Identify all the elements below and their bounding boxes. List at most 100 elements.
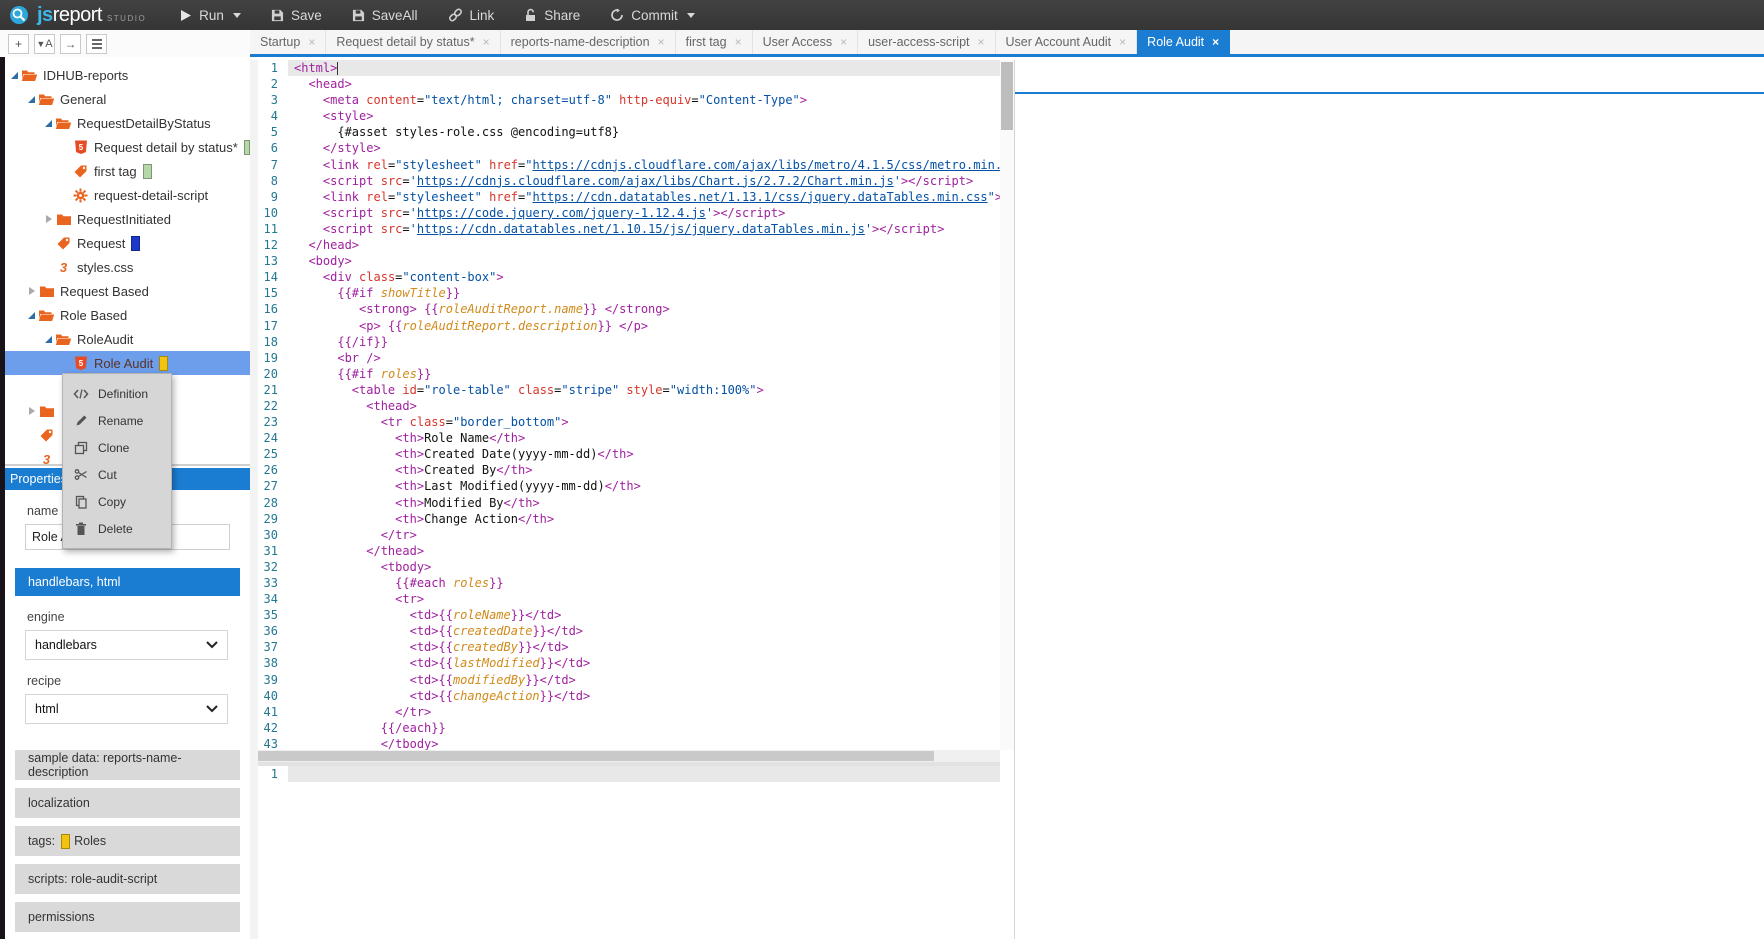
editor-vertical-scrollbar[interactable] — [1000, 60, 1014, 750]
code-line[interactable]: 42 {{/each}} — [258, 720, 1000, 736]
expand-arrow-icon[interactable] — [42, 336, 55, 343]
code-line[interactable]: 31 </thead> — [258, 543, 1000, 559]
code-line[interactable]: 29 <th>Change Action</th> — [258, 511, 1000, 527]
code-line[interactable]: 8 <script src='https://cdnjs.cloudflare.… — [258, 173, 1000, 189]
section-scripts-role-audit-script[interactable]: scripts: role-audit-script — [15, 864, 240, 894]
code-line[interactable]: 39 <td>{{modifiedBy}}</td> — [258, 672, 1000, 688]
code-line[interactable]: 9 <link rel="stylesheet" href="https://c… — [258, 189, 1000, 205]
tree-item-first-tag[interactable]: first tag — [0, 159, 250, 183]
tab-request-detail-by-status-[interactable]: Request detail by status*× — [326, 30, 500, 54]
code-line[interactable]: 25 <th>Created Date(yyyy-mm-dd)</th> — [258, 446, 1000, 462]
expand-arrow-icon[interactable] — [25, 312, 38, 319]
tree-item-request-based[interactable]: Request Based — [0, 279, 250, 303]
close-icon[interactable]: × — [978, 35, 985, 49]
tree-item-request[interactable]: Request — [0, 231, 250, 255]
code-line[interactable]: 21 <table id="role-table" class="stripe"… — [258, 382, 1000, 398]
code-line[interactable]: 32 <tbody> — [258, 559, 1000, 575]
code-line[interactable]: 26 <th>Created By</th> — [258, 462, 1000, 478]
collapse-arrow-icon[interactable] — [42, 215, 55, 223]
code-line[interactable]: 1 — [258, 766, 1000, 782]
editor-split-handle[interactable] — [258, 762, 1000, 766]
run-button[interactable]: Run — [180, 8, 241, 23]
tree-item-styles-css[interactable]: 3styles.css — [0, 255, 250, 279]
tree-item-request-detail-script[interactable]: request-detail-script — [0, 183, 250, 207]
tree-item-idhub-reports[interactable]: IDHUB-reports — [0, 63, 250, 87]
menu-button[interactable] — [86, 34, 107, 54]
section-sample-data-reports-name-description[interactable]: sample data: reports-name-description — [15, 750, 240, 780]
code-line[interactable]: 5 {#asset styles-role.css @encoding=utf8… — [258, 124, 1000, 140]
code-line[interactable]: 15 {{#if showTitle}} — [258, 285, 1000, 301]
section-roles[interactable]: tags:Roles — [15, 826, 240, 856]
code-line[interactable]: 20 {{#if roles}} — [258, 366, 1000, 382]
helpers-code-editor[interactable]: 1 — [258, 766, 1000, 939]
code-line[interactable]: 6 </style> — [258, 140, 1000, 156]
code-line[interactable]: 43 </tbody> — [258, 736, 1000, 750]
close-icon[interactable]: × — [735, 35, 742, 49]
tab-user-access-script[interactable]: user-access-script× — [858, 30, 995, 54]
share-button[interactable]: Share — [524, 8, 580, 23]
code-line[interactable]: 2 <head> — [258, 76, 1000, 92]
recipe-select[interactable]: html — [25, 694, 228, 724]
code-line[interactable]: 3 <meta content="text/html; charset=utf-… — [258, 92, 1000, 108]
code-line[interactable]: 19 <br /> — [258, 350, 1000, 366]
code-line[interactable]: 12 </head> — [258, 237, 1000, 253]
tree-item-role-audit[interactable]: 5Role Audit — [0, 351, 250, 375]
menu-item-rename[interactable]: Rename — [63, 407, 171, 434]
close-icon[interactable]: × — [840, 35, 847, 49]
tab-first-tag[interactable]: first tag× — [676, 30, 753, 54]
tree-item-requestdetailbystatus[interactable]: RequestDetailByStatus — [0, 111, 250, 135]
menu-item-delete[interactable]: Delete — [63, 515, 171, 542]
code-line[interactable]: 4 <style> — [258, 108, 1000, 124]
code-line[interactable]: 30 </tr> — [258, 527, 1000, 543]
tab-startup[interactable]: Startup× — [250, 30, 326, 54]
engine-select[interactable]: handlebars — [25, 630, 228, 660]
close-icon[interactable]: × — [1212, 35, 1219, 49]
code-line[interactable]: 33 {{#each roles}} — [258, 575, 1000, 591]
tree-item-general[interactable]: General — [0, 87, 250, 111]
sidebar-editor-splitter[interactable] — [250, 60, 258, 939]
code-line[interactable]: 13 <body> — [258, 253, 1000, 269]
expand-arrow-icon[interactable] — [25, 96, 38, 103]
close-icon[interactable]: × — [308, 35, 315, 49]
code-line[interactable]: 38 <td>{{lastModified}}</td> — [258, 655, 1000, 671]
collapse-arrow-icon[interactable] — [25, 407, 38, 415]
code-line[interactable]: 37 <td>{{createdBy}}</td> — [258, 639, 1000, 655]
tab-role-audit[interactable]: Role Audit× — [1137, 30, 1230, 54]
code-line[interactable]: 14 <div class="content-box"> — [258, 269, 1000, 285]
code-line[interactable]: 11 <script src='https://cdn.datatables.n… — [258, 221, 1000, 237]
menu-item-copy[interactable]: Copy — [63, 488, 171, 515]
close-icon[interactable]: × — [658, 35, 665, 49]
expand-arrow-icon[interactable] — [8, 72, 21, 79]
code-line[interactable]: 40 <td>{{changeAction}}</td> — [258, 688, 1000, 704]
tab-reports-name-description[interactable]: reports-name-description× — [501, 30, 676, 54]
filter-button[interactable]: ▼A — [34, 34, 55, 54]
code-line[interactable]: 10 <script src='https://code.jquery.com/… — [258, 205, 1000, 221]
code-line[interactable]: 7 <link rel="stylesheet" href="https://c… — [258, 157, 1000, 173]
tree-item-requestinitiated[interactable]: RequestInitiated — [0, 207, 250, 231]
code-line[interactable]: 41 </tr> — [258, 704, 1000, 720]
code-line[interactable]: 17 <p> {{roleAuditReport.description}} <… — [258, 318, 1000, 334]
commit-button[interactable]: Commit — [610, 8, 695, 23]
new-entity-button[interactable]: + — [8, 34, 29, 54]
vertical-scrollbar-thumb[interactable] — [1001, 62, 1013, 130]
code-line[interactable]: 24 <th>Role Name</th> — [258, 430, 1000, 446]
code-line[interactable]: 23 <tr class="border_bottom"> — [258, 414, 1000, 430]
jsreport-logo[interactable]: jsreport STUDIO — [0, 4, 158, 27]
tab-user-access[interactable]: User Access× — [753, 30, 858, 54]
code-line[interactable]: 1<html> — [258, 60, 1000, 76]
tree-item-role-based[interactable]: Role Based — [0, 303, 250, 327]
editor-horizontal-scrollbar[interactable] — [258, 750, 1000, 762]
collapse-button[interactable]: → — [60, 34, 81, 54]
menu-item-definition[interactable]: Definition — [63, 380, 171, 407]
close-icon[interactable]: × — [483, 35, 490, 49]
editor-preview-divider[interactable] — [1014, 60, 1015, 939]
section-localization[interactable]: localization — [15, 788, 240, 818]
code-line[interactable]: 36 <td>{{createdDate}}</td> — [258, 623, 1000, 639]
link-button[interactable]: Link — [448, 8, 495, 23]
code-line[interactable]: 35 <td>{{roleName}}</td> — [258, 607, 1000, 623]
expand-arrow-icon[interactable] — [42, 120, 55, 127]
menu-item-cut[interactable]: Cut — [63, 461, 171, 488]
tree-item-request-detail-by-status-[interactable]: 5Request detail by status* — [0, 135, 250, 159]
code-line[interactable]: 18 {{/if}} — [258, 334, 1000, 350]
code-line[interactable]: 28 <th>Modified By</th> — [258, 495, 1000, 511]
